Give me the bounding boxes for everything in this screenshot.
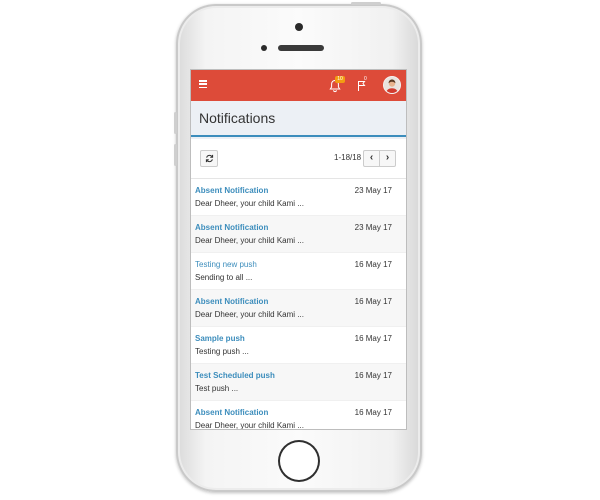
notification-subject[interactable]: Test Scheduled push [195, 371, 275, 380]
refresh-icon [205, 154, 213, 163]
notification-subject[interactable]: Sample push [195, 334, 245, 343]
avatar-image [384, 77, 400, 93]
home-button[interactable] [278, 440, 320, 482]
notification-item[interactable]: Testing new push 16 May 17 Sending to al… [191, 253, 406, 290]
notification-date: 16 May 17 [354, 260, 392, 269]
notification-date: 16 May 17 [354, 408, 392, 417]
notification-date: 16 May 17 [354, 334, 392, 343]
next-page-button[interactable]: › [379, 150, 396, 167]
refresh-button[interactable] [200, 150, 218, 167]
notification-date: 16 May 17 [354, 297, 392, 306]
phone-side-button [174, 144, 177, 166]
notification-subject[interactable]: Absent Notification [195, 408, 268, 417]
notification-date: 23 May 17 [354, 223, 392, 232]
notification-date: 23 May 17 [354, 186, 392, 195]
panel-toolbar: 1-18/18 ‹ › [191, 139, 406, 179]
phone-screen: 10 0 Notifications 1-18/18 ‹ › Absent No… [191, 70, 406, 429]
notification-subject[interactable]: Absent Notification [195, 186, 268, 195]
notification-item[interactable]: Test Scheduled push 16 May 17 Test push … [191, 364, 406, 401]
notification-subject[interactable]: Absent Notification [195, 297, 268, 306]
front-camera [295, 23, 303, 31]
phone-side-button [174, 112, 177, 134]
user-avatar[interactable] [384, 77, 400, 93]
page-title: Notifications [199, 110, 276, 126]
notification-preview: Dear Dheer, your child Kami ... [195, 199, 304, 208]
previous-page-button[interactable]: ‹ [363, 150, 380, 167]
notification-subject[interactable]: Absent Notification [195, 223, 268, 232]
notification-list: Absent Notification 23 May 17 Dear Dheer… [191, 179, 406, 429]
notification-subject[interactable]: Testing new push [195, 260, 257, 269]
notification-item[interactable]: Absent Notification 23 May 17 Dear Dheer… [191, 216, 406, 253]
notification-item[interactable]: Sample push 16 May 17 Testing push ... [191, 327, 406, 364]
notification-preview: Test push ... [195, 384, 239, 393]
notification-date: 16 May 17 [354, 371, 392, 380]
notification-preview: Testing push ... [195, 347, 249, 356]
flag-count-badge: 0 [364, 76, 367, 82]
proximity-sensor [261, 45, 267, 51]
earpiece-speaker [278, 45, 324, 51]
notification-preview: Sending to all ... [195, 273, 253, 282]
notification-count-badge: 10 [335, 76, 345, 83]
page-header: Notifications [191, 101, 406, 137]
notifications-panel: 1-18/18 ‹ › Absent Notification 23 May 1… [191, 139, 406, 429]
notification-item[interactable]: Absent Notification 16 May 17 Dear Dheer… [191, 401, 406, 429]
pagination-label: 1-18/18 [334, 153, 362, 162]
notification-preview: Dear Dheer, your child Kami ... [195, 421, 304, 429]
notification-preview: Dear Dheer, your child Kami ... [195, 310, 304, 319]
top-navbar: 10 0 [191, 70, 406, 101]
notification-item[interactable]: Absent Notification 23 May 17 Dear Dheer… [191, 179, 406, 216]
hamburger-menu-icon[interactable] [199, 80, 207, 89]
notification-preview: Dear Dheer, your child Kami ... [195, 236, 304, 245]
notification-item[interactable]: Absent Notification 16 May 17 Dear Dheer… [191, 290, 406, 327]
phone-top-button [351, 2, 381, 5]
